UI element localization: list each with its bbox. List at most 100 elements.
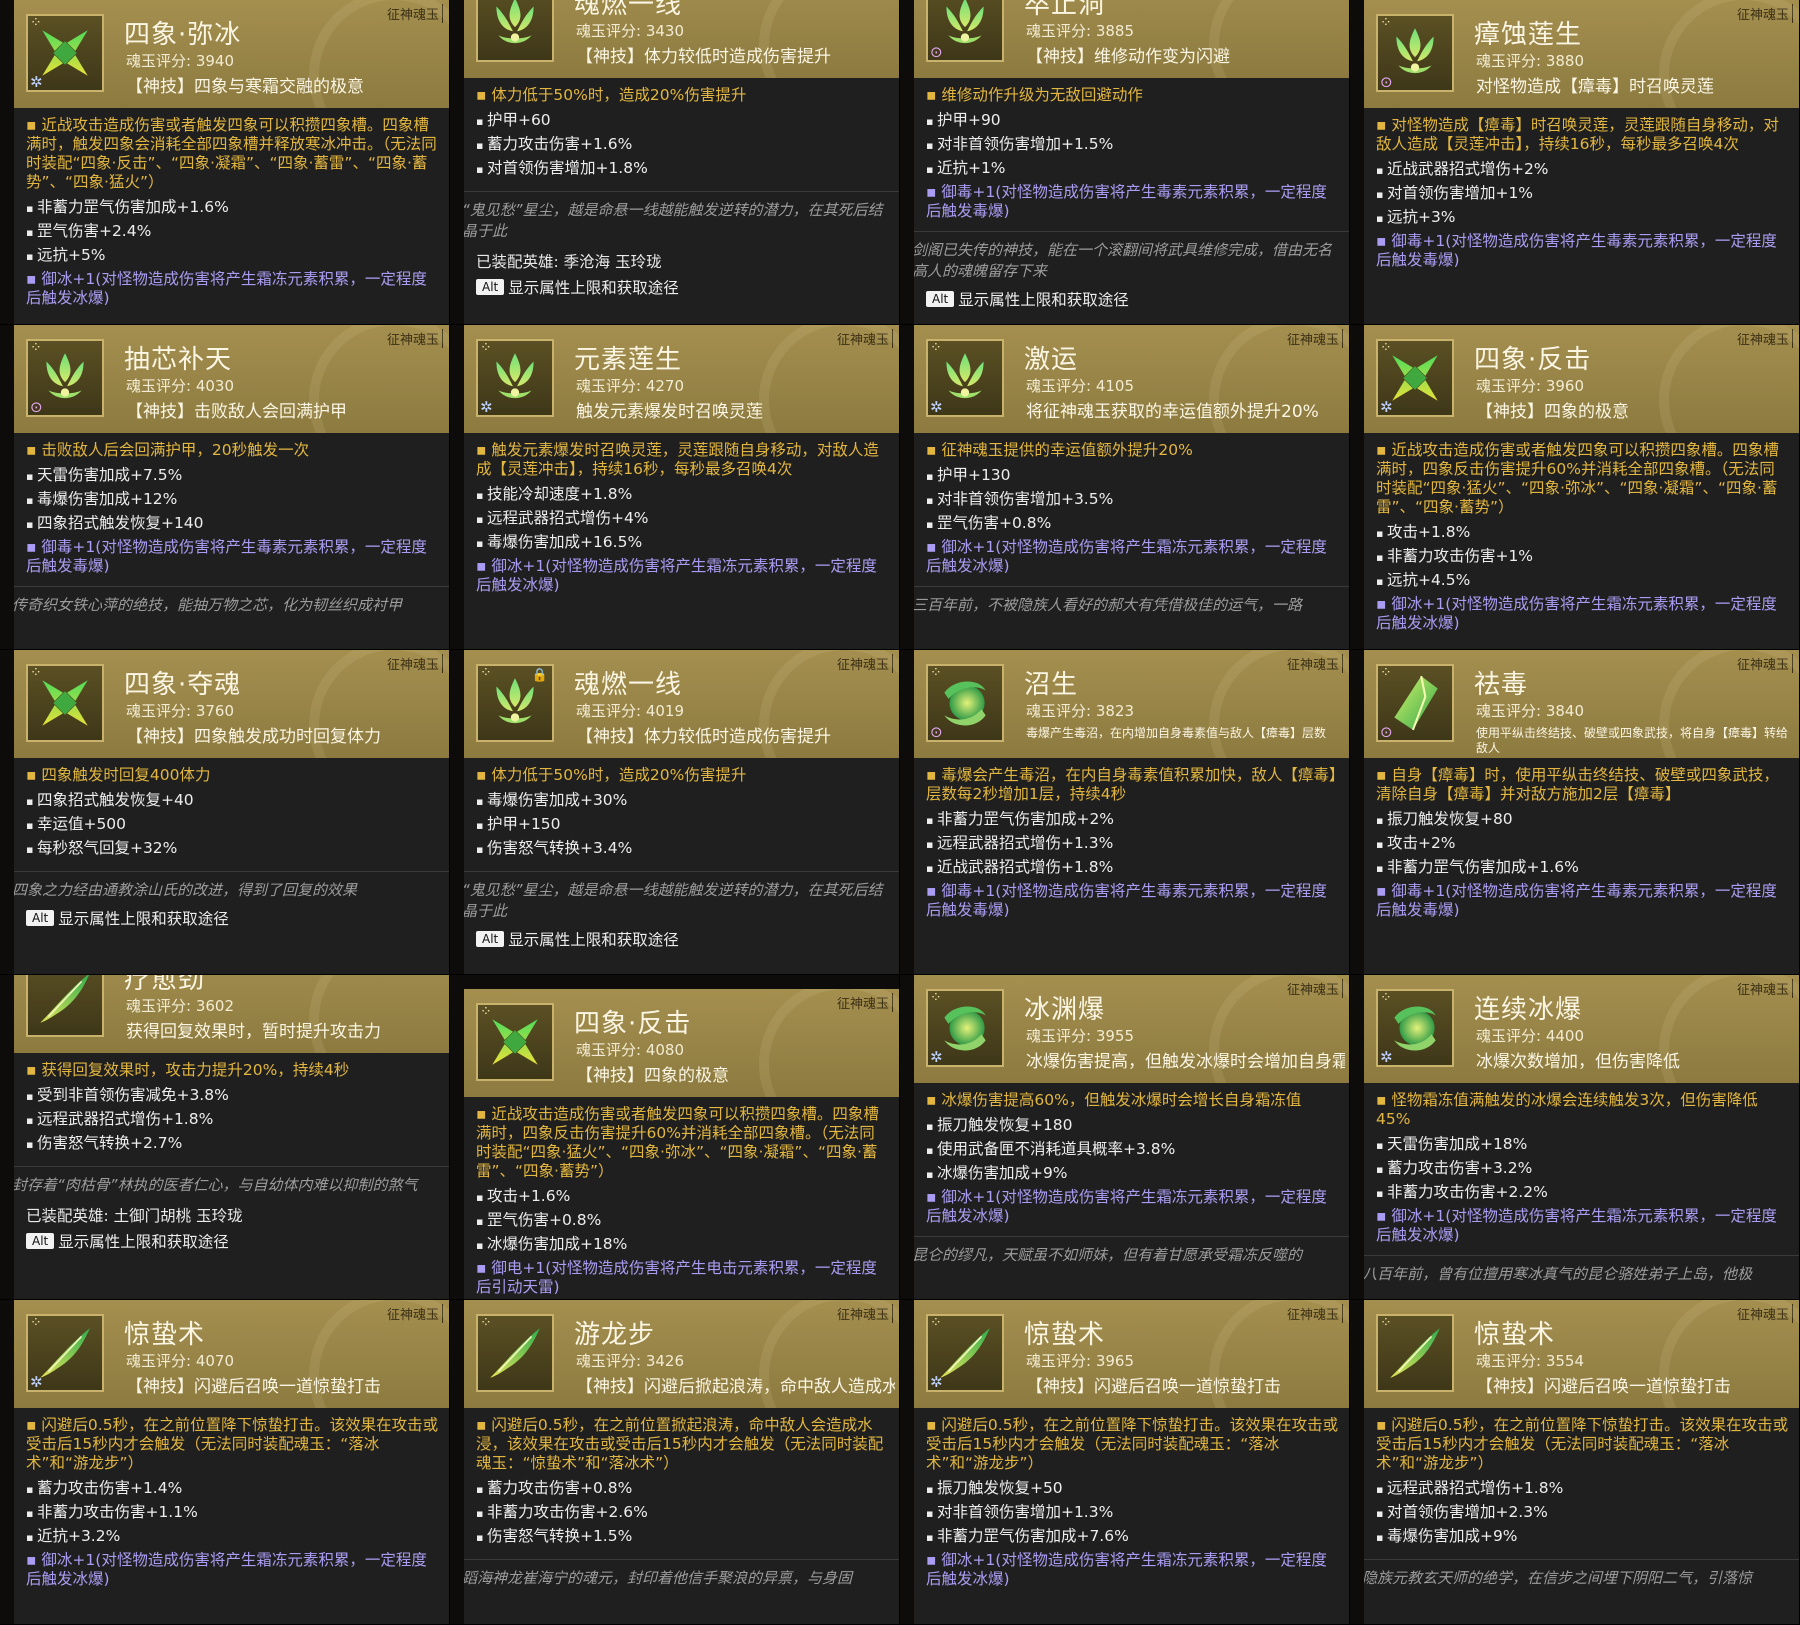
stat-line: 对首领伤害增加+1.8% [476, 157, 889, 181]
soul-jade-card[interactable]: 征神魂玉 ⁘ 惊蛰术 魂玉评分: 3554 【神技】闪避后召唤一道惊蛰打击 ▪ 闪避后0… [1364, 1300, 1799, 1624]
soul-jade-card[interactable]: 征神魂玉 ⁘ 四象·反击 魂玉评分: 4080 【神技】四象的极意 ▪ 近战攻击造成伤害… [464, 989, 899, 1299]
card-tag: 征神魂玉 [834, 993, 893, 1012]
rarity-mark-icon: ⁘ [480, 1315, 492, 1331]
card-body: ▪ 自身【瘴毒】时，使用平纵击终结技、破壁或四象武技，清除自身【瘴毒】并对敌方施… [1364, 758, 1799, 920]
lock-icon[interactable]: 🔒 [532, 668, 548, 683]
card-title: 惊蛰术 [1024, 1320, 1106, 1350]
stat-line: 振刀触发恢复+50 [926, 1477, 1339, 1501]
snowflake-icon: ✲ [930, 398, 943, 416]
soul-score: 魂玉评分: 3885 [1026, 22, 1134, 40]
skill-summary: 触发元素爆发时召唤灵莲 [576, 402, 763, 422]
skill-summary: 【神技】四象与寒霜交融的极意 [126, 77, 364, 97]
alt-hint[interactable]: Alt 显示属性上限和获取途径 [926, 288, 1349, 310]
alt-key[interactable]: Alt [926, 291, 955, 307]
alt-key[interactable]: Alt [26, 1233, 55, 1249]
soul-jade-card[interactable]: 征神魂玉 ⁘⊙卒止洞魂玉评分: 3885【神技】维修动作变为闪避▪ 维修动作升级… [914, 0, 1349, 324]
lore-text: “鬼见愁”星尘，越是命悬一线越能触发逆转的潜力，在其死后结晶于此 [464, 191, 899, 248]
stat-line: 罡气伤害+0.8% [926, 512, 1339, 536]
soul-jade-card[interactable]: 征神魂玉 ⁘ ⊙ 抽芯补天 魂玉评分: 4030 【神技】击败敌人会回满护甲 ▪ 击败敌人… [14, 325, 449, 649]
soul-jade-card[interactable]: 征神魂玉 ⁘ ✲ 惊蛰术 魂玉评分: 3965 【神技】闪避后召唤一道惊蛰打击 ▪ 闪避后… [914, 1300, 1349, 1624]
card-tag: 征神魂玉 [1734, 979, 1793, 998]
alt-hint[interactable]: Alt 显示属性上限和获取途径 [26, 907, 449, 929]
stat-line: 近战武器招式增伤+1.8% [926, 856, 1339, 880]
soul-jade-card[interactable]: 征神魂玉 ⁘ ✲ 四象·反击 魂玉评分: 3960 【神技】四象的极意 ▪ 近战攻击造成伤… [1364, 325, 1799, 649]
soul-score: 魂玉评分: 3955 [1026, 1027, 1134, 1045]
card-cell: 征神魂玉 ⁘ ⊙ 抽芯补天 魂玉评分: 4030 【神技】击败敌人会回满护甲 ▪ 击败敌人… [0, 325, 450, 650]
card-title: 瘴蚀莲生 [1474, 20, 1583, 50]
effect-text: ▪ 自身【瘴毒】时，使用平纵击终结技、破壁或四象武技，清除自身【瘴毒】并对敌方施… [1376, 766, 1779, 803]
skill-summary: 【神技】体力较低时造成伤害提升 [576, 47, 831, 67]
card-cell: 征神魂玉 ⁘ ✲ 惊蛰术 魂玉评分: 4070 【神技】闪避后召唤一道惊蛰打击 ▪ 闪避后… [0, 1300, 450, 1625]
lore-text: 蹈海神龙崔海宁的魂元，封印着他信手聚浪的异禀，与身固 [464, 1559, 899, 1595]
alt-key[interactable]: Alt [26, 910, 55, 926]
stat-line: 使用武备匣不消耗道具概率+3.8% [926, 1138, 1339, 1162]
rarity-mark-icon: ⁘ [930, 990, 942, 1006]
soul-jade-card[interactable]: 征神魂玉 ⁘✲冰渊爆魂玉评分: 3955冰爆伤害提高，但触发冰爆时会增加自身霜冻… [914, 975, 1349, 1299]
soul-jade-card[interactable]: 征神魂玉 ⁘ ⊙ 瘴蚀莲生 魂玉评分: 3880 对怪物造成【瘴毒】时召唤灵莲 ▪ 对怪物… [1364, 0, 1799, 324]
effect-text: ▪ 对怪物造成【瘴毒】时召唤灵莲，灵莲跟随自身移动，对敌人造成【灵莲冲击】，持续… [1376, 116, 1779, 153]
card-body: ▪ 维修动作升级为无敌回避动作护甲+90对非首领伤害增加+1.5%近抗+1%▪ … [914, 78, 1349, 221]
stat-line: 伤害怒气转换+2.7% [26, 1132, 439, 1156]
alt-hint[interactable]: Alt 显示属性上限和获取途径 [476, 276, 899, 298]
skill-summary: 【神技】四象的极意 [576, 1066, 729, 1086]
alt-hint-text: 显示属性上限和获取途径 [58, 1233, 229, 1251]
alt-hint[interactable]: Alt 显示属性上限和获取途径 [476, 928, 899, 950]
soul-jade-card[interactable]: 征神魂玉 ⁘ ✲ 四象·弥冰 魂玉评分: 3940 【神技】四象与寒霜交融的极意 ▪ 近战… [14, 0, 449, 324]
card-tag: 征神魂玉 [384, 654, 443, 673]
card-title: 抽芯补天 [124, 345, 233, 375]
feather-blade-icon: ⁘ ✲ [926, 1314, 1004, 1392]
stat-line: 受到非首领伤害减免+3.8% [26, 1084, 439, 1108]
soul-jade-card[interactable]: 征神魂玉 ⁘ ✲ 元素莲生 魂玉评分: 4270 触发元素爆发时召唤灵莲 ▪ 触发元素爆发… [464, 325, 899, 649]
card-title: 魂燃一线 [574, 670, 683, 700]
rarity-mark-icon: ⁘ [1380, 1315, 1392, 1331]
soul-jade-card[interactable]: 征神魂玉 ⁘ ✲ 惊蛰术 魂玉评分: 4070 【神技】闪避后召唤一道惊蛰打击 ▪ 闪避后… [14, 1300, 449, 1624]
soul-jade-card[interactable]: 征神魂玉 ⁘疗愈劲魂玉评分: 3602获得回复效果时，暂时提升攻击力▪ 获得回复… [14, 975, 449, 1299]
lotus-flame-icon: ⁘⊙ [1376, 14, 1454, 92]
alt-key[interactable]: Alt [476, 931, 505, 947]
skill-summary: 【神技】闪避后召唤一道惊蛰打击 [1476, 1377, 1731, 1397]
alt-key[interactable]: Alt [476, 279, 505, 295]
element-text: ▪ 御毒+1(对怪物造成伤害将产生毒素元素积累，一定程度后触发毒爆) [926, 183, 1327, 220]
lore-text: 剑阁已失传的神技，能在一个滚翻间将武具维修完成，借由无名高人的魂魄留存下来 [914, 231, 1349, 288]
card-cell: 征神魂玉 ⁘魂燃一线魂玉评分: 3430【神技】体力较低时造成伤害提升▪ 体力低… [450, 0, 900, 325]
snowflake-icon: ✲ [930, 1373, 943, 1391]
skill-summary: 【神技】四象的极意 [1476, 402, 1629, 422]
soul-jade-card[interactable]: 征神魂玉 ⁘ 四象·夺魂 魂玉评分: 3760 【神技】四象触发成功时回复体力 ▪ 四象… [14, 650, 449, 974]
stat-line: 毒爆伤害加成+12% [26, 488, 439, 512]
soul-score: 魂玉评分: 3965 [1026, 1352, 1134, 1370]
effect-text: ▪ 获得回复效果时，攻击力提升20%，持续4秒 [26, 1061, 350, 1079]
element-text: ▪ 御冰+1(对怪物造成伤害将产生霜冻元素积累，一定程度后触发冰爆) [26, 1551, 427, 1588]
soul-jade-card[interactable]: 征神魂玉 ⁘魂燃一线魂玉评分: 3430【神技】体力较低时造成伤害提升▪ 体力低… [464, 0, 899, 324]
soul-jade-card[interactable]: 征神魂玉 ⁘ ⊙ 祛毒 魂玉评分: 3840 使用平纵击终结技、破壁或四象武技，将自身【… [1364, 650, 1799, 974]
alt-hint[interactable]: Alt 显示属性上限和获取途径 [26, 1230, 449, 1252]
soul-jade-card[interactable]: 征神魂玉 ⁘ 游龙步 魂玉评分: 3426 【神技】闪避后掀起浪涛，命中敌人造成水浸 ▪… [464, 1300, 899, 1624]
soul-jade-card[interactable]: 征神魂玉 ⁘ ✲ 激运 魂玉评分: 4105 将征神魂玉获取的幸运值额外提升20% ▪ 征… [914, 325, 1349, 649]
soul-score: 魂玉评分: 3880 [1476, 52, 1584, 70]
soul-jade-card[interactable]: 征神魂玉 ⁘ ✲ 连续冰爆 魂玉评分: 4400 冰爆次数增加，但伤害降低 ▪ 怪物霜冻值… [1364, 975, 1799, 1299]
card-title: 游龙步 [574, 1320, 656, 1350]
card-body: ▪ 闪避后0.5秒，在之前位置降下惊蛰打击。该效果在攻击或受击后15秒内才会触发… [1364, 1408, 1799, 1549]
lore-text: 昆仑的缪凡，天赋虽不如师妹，但有着甘愿承受霜冻反噬的 [914, 1236, 1349, 1272]
stat-line: 罡气伤害+0.8% [476, 1209, 889, 1233]
stat-line: 护甲+130 [926, 464, 1339, 488]
card-body: ▪ 闪避后0.5秒，在之前位置降下惊蛰打击。该效果在攻击或受击后15秒内才会触发… [14, 1408, 449, 1589]
soul-jade-card[interactable]: 征神魂玉 ⁘ ⊙ 沼生 魂玉评分: 3823 毒爆产生毒沼，在内增加自身毒素值与敌人【瘴… [914, 650, 1349, 974]
stat-line: 蓄力攻击伤害+1.4% [26, 1477, 439, 1501]
lore-text: “鬼见愁”星尘，越是命悬一线越能触发逆转的潜力，在其死后结晶于此 [464, 871, 899, 928]
stat-line: 近战武器招式增伤+2% [1376, 158, 1789, 182]
card-header: 征神魂玉 ⁘ 四象·夺魂 魂玉评分: 3760 【神技】四象触发成功时回复体力 [14, 650, 449, 758]
stat-line: 伤害怒气转换+3.4% [476, 837, 889, 861]
card-title: 魂燃一线 [574, 0, 683, 20]
card-header: 征神魂玉 ⁘ ⊙ 沼生 魂玉评分: 3823 毒爆产生毒沼，在内增加自身毒素值与敌人【瘴… [914, 650, 1349, 758]
skill-summary: 冰爆伤害提高，但触发冰爆时会增加自身霜冻值 [1026, 1052, 1345, 1072]
stat-line: 远程武器招式增伤+1.8% [26, 1108, 439, 1132]
card-cell: 征神魂玉 ⁘ 四象·反击 魂玉评分: 4080 【神技】四象的极意 ▪ 近战攻击造成伤害… [450, 975, 900, 1300]
card-title: 激运 [1024, 345, 1079, 375]
soul-jade-card[interactable]: 征神魂玉 ⁘ 🔒 魂燃一线 魂玉评分: 4019 【神技】体力较低时造成伤害提升 ▪ 体力… [464, 650, 899, 974]
stat-line: 蓄力攻击伤害+1.6% [476, 133, 889, 157]
card-cell: 征神魂玉 ⁘ ⊙ 祛毒 魂玉评分: 3840 使用平纵击终结技、破壁或四象武技，将自身【… [1350, 650, 1800, 975]
stat-line: 四象招式触发恢复+140 [26, 512, 439, 536]
effect-text: ▪ 体力低于50%时，造成20%伤害提升 [476, 86, 747, 104]
card-tag: 征神魂玉 [1284, 654, 1343, 673]
card-tag: 征神魂玉 [1284, 1304, 1343, 1323]
